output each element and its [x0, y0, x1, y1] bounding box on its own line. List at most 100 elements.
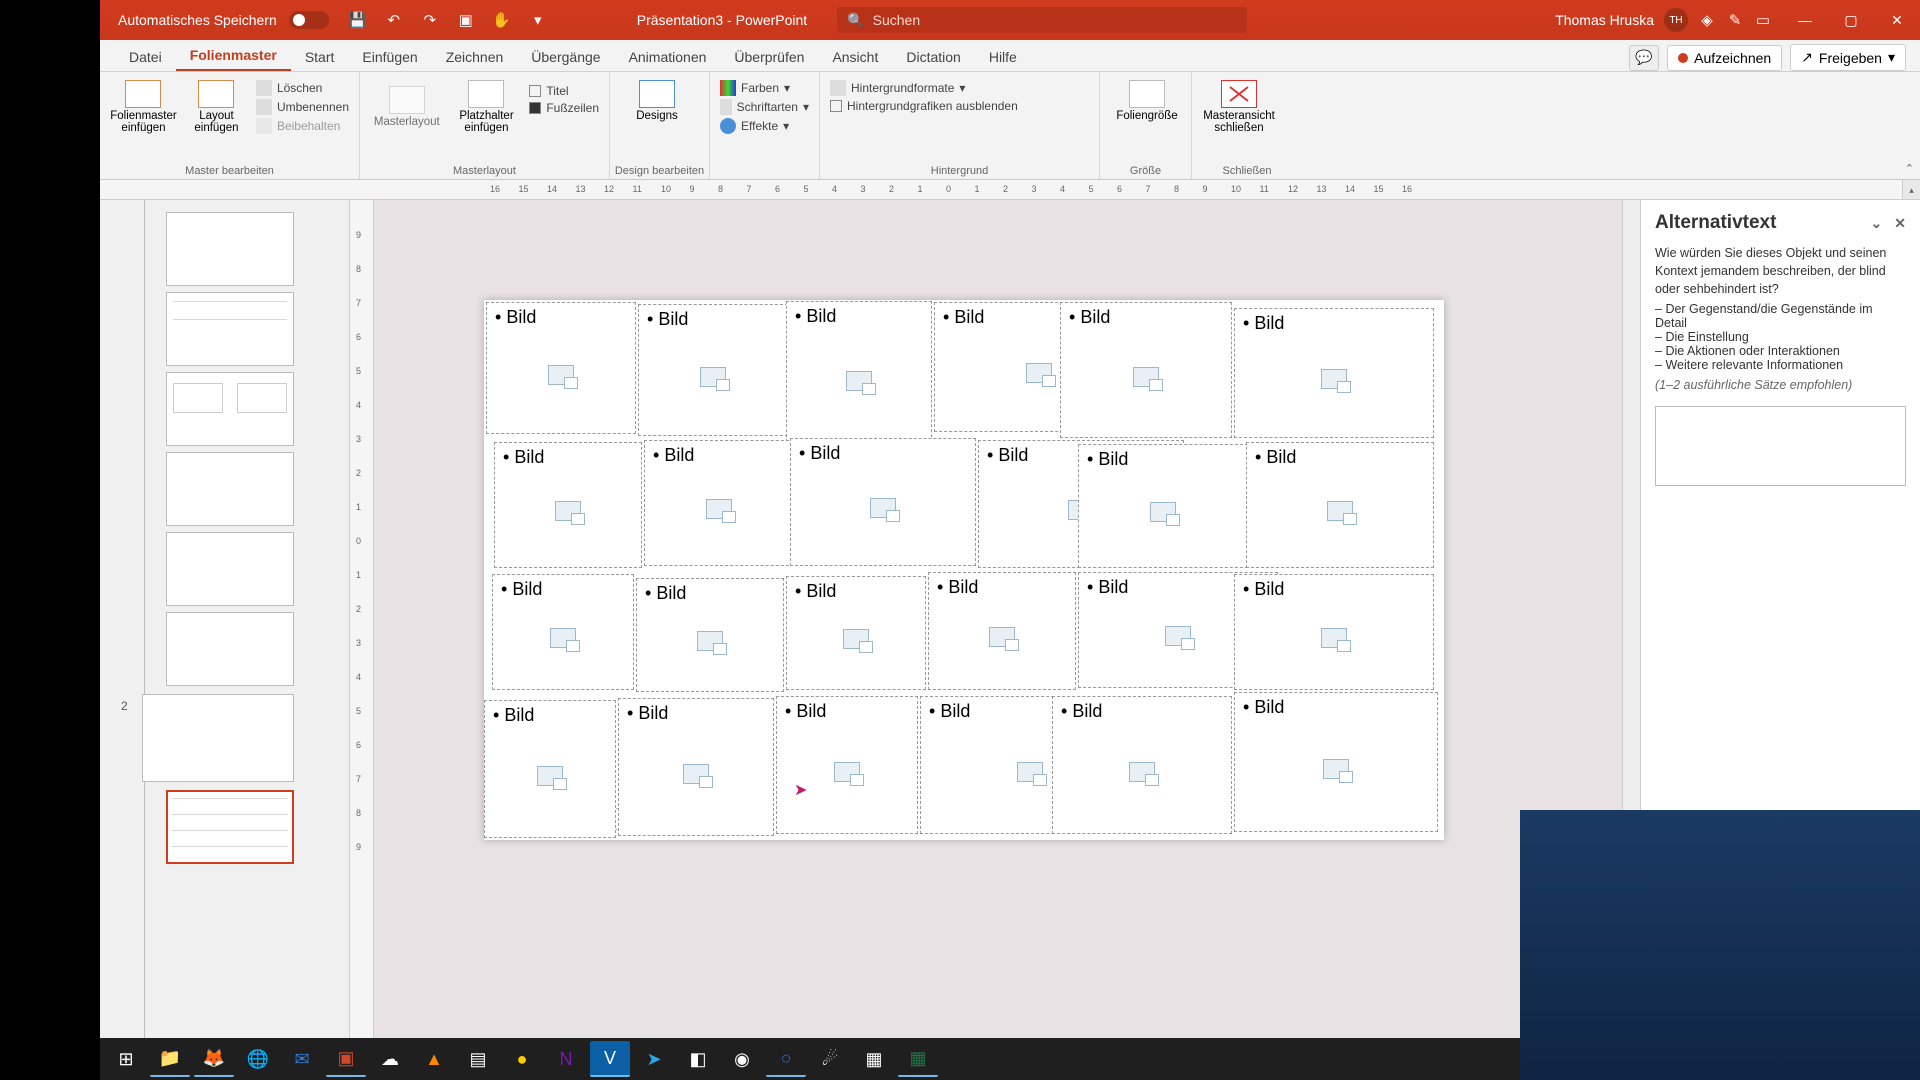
fonts-button[interactable]: Schriftarten ▾ [720, 99, 809, 115]
maximize-button[interactable]: ▢ [1828, 0, 1874, 40]
obs-icon[interactable]: ◉ [722, 1041, 762, 1077]
image-placeholder[interactable]: Bild [644, 440, 794, 566]
insert-layout-button[interactable]: Layout einfügen [183, 76, 250, 134]
master-thumb-2[interactable]: 2 [142, 694, 294, 782]
tab-folienmaster[interactable]: Folienmaster [176, 41, 291, 71]
minimize-button[interactable]: — [1782, 0, 1828, 40]
ribbon-collapse-icon[interactable]: ⌃ [1905, 162, 1914, 175]
image-placeholder[interactable]: Bild [1078, 444, 1248, 568]
pane-collapse-icon[interactable]: ⌄ [1871, 215, 1883, 232]
layout-thumb-4[interactable] [166, 452, 294, 526]
window-icon[interactable]: ▭ [1754, 11, 1772, 29]
colors-button[interactable]: Farben ▾ [720, 80, 809, 96]
onenote-icon[interactable]: N [546, 1041, 586, 1077]
slide-size-button[interactable]: Foliengröße [1110, 76, 1184, 122]
insert-placeholder-button[interactable]: Platzhalter einfügen [450, 76, 524, 134]
layout-thumb-2[interactable] [166, 292, 294, 366]
image-placeholder[interactable]: Bild [1246, 442, 1434, 568]
delete-button[interactable]: Löschen [256, 80, 349, 96]
vlc-icon[interactable]: ▲ [414, 1041, 454, 1077]
image-placeholder[interactable]: Bild [638, 304, 788, 436]
tab-zeichnen[interactable]: Zeichnen [432, 43, 518, 71]
preserve-button[interactable]: Beibehalten [256, 118, 349, 134]
chrome-icon[interactable]: 🌐 [238, 1041, 278, 1077]
image-placeholder[interactable]: Bild [636, 578, 784, 692]
rename-button[interactable]: Umbenennen [256, 99, 349, 115]
close-button[interactable]: ✕ [1874, 0, 1920, 40]
from-beginning-icon[interactable]: ▣ [457, 11, 475, 29]
image-placeholder[interactable]: Bild [786, 301, 932, 447]
app-icon-6[interactable]: ☄ [810, 1041, 850, 1077]
layout-thumb-1[interactable] [166, 212, 294, 286]
diamond-icon[interactable]: ◈ [1698, 11, 1716, 29]
app-icon-1[interactable]: ☁ [370, 1041, 410, 1077]
thumbnails-pane[interactable]: 2 [100, 200, 350, 1058]
image-placeholder[interactable]: Bild [486, 302, 636, 434]
tab-einfuegen[interactable]: Einfügen [348, 43, 431, 71]
layout-thumb-selected[interactable] [166, 790, 294, 864]
tab-uebergaenge[interactable]: Übergänge [517, 43, 614, 71]
close-master-button[interactable]: Masteransicht schließen [1202, 76, 1276, 134]
alt-text-input[interactable] [1655, 406, 1906, 486]
redo-icon[interactable]: ↷ [421, 11, 439, 29]
app-icon-2[interactable]: ▤ [458, 1041, 498, 1077]
designs-button[interactable]: Designs [620, 76, 694, 122]
app-icon-3[interactable]: ● [502, 1041, 542, 1077]
title-checkbox[interactable]: Titel [529, 84, 599, 98]
pane-close-icon[interactable]: ✕ [1894, 215, 1906, 232]
app-icon-7[interactable]: ▦ [854, 1041, 894, 1077]
outlook-icon[interactable]: ✉ [282, 1041, 322, 1077]
start-button[interactable]: ⊞ [106, 1041, 146, 1077]
footer-checkbox[interactable]: Fußzeilen [529, 101, 599, 115]
save-icon[interactable]: 💾 [349, 11, 367, 29]
excel-icon[interactable]: ▦ [898, 1041, 938, 1077]
image-placeholder[interactable]: Bild [494, 442, 642, 568]
image-placeholder[interactable]: Bild [484, 700, 616, 838]
telegram-icon[interactable]: ➤ [634, 1041, 674, 1077]
undo-icon[interactable]: ↶ [385, 11, 403, 29]
image-placeholder[interactable]: Bild [776, 696, 918, 834]
image-placeholder[interactable]: Bild [786, 576, 926, 690]
image-placeholder[interactable]: Bild [618, 698, 774, 836]
master-layout-button[interactable]: Masterlayout [370, 76, 444, 134]
scroll-up-button[interactable]: ▴ [1902, 180, 1920, 200]
qat-more-icon[interactable]: ▾ [529, 11, 547, 29]
tab-animationen[interactable]: Animationen [615, 43, 721, 71]
powerpoint-icon[interactable]: ▣ [326, 1041, 366, 1077]
background-styles-button[interactable]: Hintergrundformate ▾ [830, 80, 1089, 96]
pen-icon[interactable]: ✎ [1726, 11, 1744, 29]
autosave-toggle[interactable] [289, 11, 329, 29]
image-placeholder[interactable]: Bild [1060, 302, 1232, 438]
image-placeholder[interactable]: Bild [1234, 692, 1438, 832]
insert-slide-master-button[interactable]: Folienmaster einfügen [110, 76, 177, 134]
tab-dictation[interactable]: Dictation [892, 43, 974, 71]
tab-hilfe[interactable]: Hilfe [975, 43, 1031, 71]
firefox-icon[interactable]: 🦊 [194, 1041, 234, 1077]
comments-button[interactable]: 💬 [1629, 45, 1659, 71]
image-placeholder[interactable]: Bild [1234, 574, 1434, 690]
search-input[interactable] [873, 12, 1238, 28]
tab-ansicht[interactable]: Ansicht [818, 43, 892, 71]
image-placeholder[interactable]: Bild [928, 572, 1076, 690]
user-avatar[interactable]: TH [1664, 8, 1688, 32]
slide-canvas[interactable]: 09.04.2023 Fußzeile ‹Nr.› BildBildBildBi… [374, 200, 1640, 1058]
app-icon-5[interactable]: ○ [766, 1041, 806, 1077]
image-placeholder[interactable]: Bild [790, 438, 976, 566]
tab-ueberpruefen[interactable]: Überprüfen [720, 43, 818, 71]
touch-mode-icon[interactable]: ✋ [493, 11, 511, 29]
app-v-icon[interactable]: V [590, 1041, 630, 1077]
record-button[interactable]: Aufzeichnen [1667, 45, 1782, 71]
share-button[interactable]: ↗Freigeben▾ [1790, 44, 1906, 71]
hide-bg-checkbox[interactable]: Hintergrundgrafiken ausblenden [830, 99, 1089, 113]
image-placeholder[interactable]: Bild [1234, 308, 1434, 438]
layout-thumb-3[interactable] [166, 372, 294, 446]
explorer-icon[interactable]: 📁 [150, 1041, 190, 1077]
image-placeholder[interactable]: Bild [492, 574, 634, 690]
layout-thumb-6[interactable] [166, 612, 294, 686]
effects-button[interactable]: Effekte ▾ [720, 118, 809, 134]
tab-datei[interactable]: Datei [115, 43, 176, 71]
image-placeholder[interactable]: Bild [1052, 696, 1232, 834]
tab-start[interactable]: Start [291, 43, 349, 71]
app-icon-4[interactable]: ◧ [678, 1041, 718, 1077]
layout-thumb-5[interactable] [166, 532, 294, 606]
